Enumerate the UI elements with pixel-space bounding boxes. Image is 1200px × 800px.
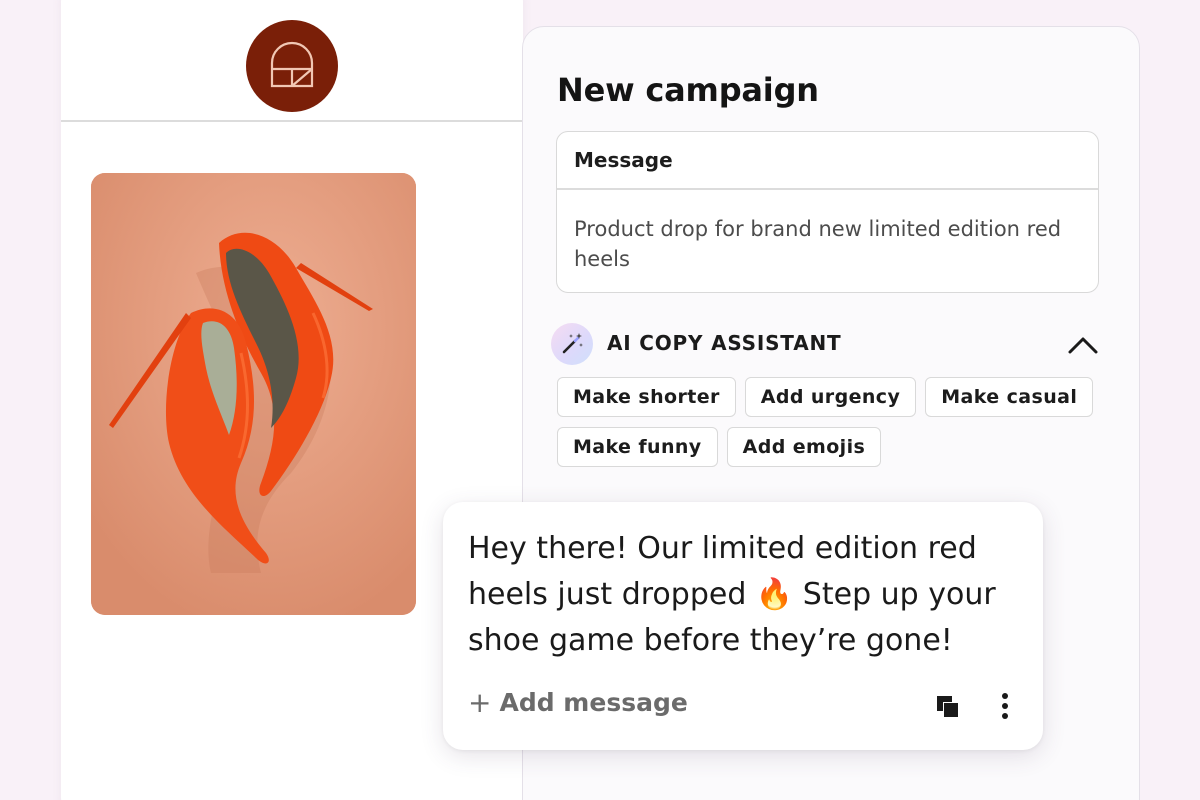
plus-icon: + (468, 685, 492, 719)
more-vertical-icon (1002, 693, 1008, 719)
message-field-label: Message (574, 148, 673, 172)
chevron-up-icon (1068, 337, 1098, 354)
make-funny-chip[interactable]: Make funny (557, 427, 718, 467)
copy-button[interactable] (933, 692, 963, 722)
make-casual-chip[interactable]: Make casual (925, 377, 1094, 417)
generated-message-text[interactable]: Hey there! Our limited edition red heels… (468, 526, 1028, 664)
brand-avatar (246, 20, 338, 112)
ai-copy-assistant-header: AI COPY ASSISTANT (551, 323, 1101, 367)
generated-message-card: Hey there! Our limited edition red heels… (443, 502, 1043, 750)
add-emojis-chip[interactable]: Add emojis (726, 427, 882, 467)
add-message-button[interactable]: + Add message (468, 688, 688, 717)
message-field[interactable]: Message Product drop for brand new limit… (556, 131, 1099, 293)
add-urgency-chip[interactable]: Add urgency (744, 377, 917, 417)
add-message-label: Add message (499, 688, 688, 717)
product-image (91, 173, 416, 615)
magic-wand-icon (551, 323, 593, 365)
arched-window-logo-icon (270, 41, 314, 88)
fire-emoji-icon: 🔥 (755, 577, 794, 612)
red-heels-illustration (91, 173, 416, 615)
collapse-button[interactable] (1065, 327, 1101, 363)
more-options-button[interactable] (990, 690, 1020, 722)
make-shorter-chip[interactable]: Make shorter (557, 377, 736, 417)
message-card-footer: + Add message (468, 688, 1024, 724)
phone-header (61, 0, 523, 122)
message-divider (557, 188, 1098, 190)
page-title: New campaign (557, 71, 819, 109)
ai-suggestion-chips: Make shorter Add urgency Make casual Mak… (557, 377, 1117, 467)
message-input[interactable]: Product drop for brand new limited editi… (574, 214, 1074, 274)
ai-copy-assistant-label: AI COPY ASSISTANT (607, 331, 842, 355)
copy-icon (937, 696, 959, 718)
